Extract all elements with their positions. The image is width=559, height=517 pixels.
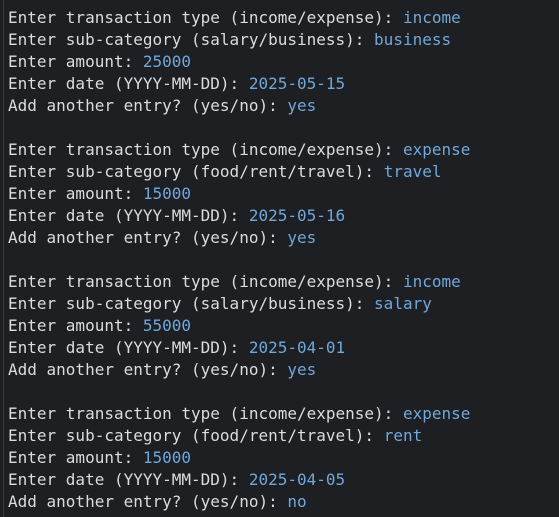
- terminal-line: Add another entry? (yes/no): yes: [8, 227, 559, 249]
- prompt-text: Enter transaction type (income/expense):: [8, 272, 403, 291]
- terminal-line: Enter date (YYYY-MM-DD): 2025-05-16: [8, 205, 559, 227]
- terminal-line: Enter sub-category (food/rent/travel): r…: [8, 425, 559, 447]
- terminal-line: Enter date (YYYY-MM-DD): 2025-05-15: [8, 73, 559, 95]
- input-value: expense: [402, 140, 471, 159]
- terminal-line: Enter date (YYYY-MM-DD): 2025-04-01: [8, 337, 559, 359]
- input-value: 2025-04-05: [248, 470, 346, 489]
- input-value: travel: [383, 162, 442, 181]
- input-value: 2025-04-01: [248, 338, 346, 357]
- terminal-line: Enter sub-category (salary/business): sa…: [8, 293, 559, 315]
- terminal-line: Enter amount: 25000: [8, 51, 559, 73]
- prompt-text: Enter date (YYYY-MM-DD):: [8, 338, 249, 357]
- input-value: rent: [383, 426, 423, 445]
- terminal-line: Add another entry? (yes/no): yes: [8, 95, 559, 117]
- terminal-line: Enter transaction type (income/expense):…: [8, 271, 559, 293]
- prompt-text: Enter transaction type (income/expense):: [8, 140, 403, 159]
- terminal-line: Add another entry? (yes/no): yes: [8, 359, 559, 381]
- prompt-text: Enter sub-category (food/rent/travel):: [8, 426, 384, 445]
- input-value: business: [374, 30, 452, 49]
- terminal-line: Enter sub-category (salary/business): bu…: [8, 29, 559, 51]
- prompt-text: Enter sub-category (food/rent/travel):: [8, 162, 384, 181]
- terminal-line: Enter transaction type (income/expense):…: [8, 403, 559, 425]
- prompt-text: Enter date (YYYY-MM-DD):: [8, 74, 249, 93]
- terminal-line: Enter date (YYYY-MM-DD): 2025-04-05: [8, 469, 559, 491]
- input-value: 15000: [142, 448, 192, 467]
- entry-block: Enter transaction type (income/expense):…: [8, 139, 559, 249]
- input-value: income: [402, 272, 461, 291]
- terminal-line: Enter transaction type (income/expense):…: [8, 139, 559, 161]
- entry-block: Enter transaction type (income/expense):…: [8, 7, 559, 117]
- terminal-line: Enter amount: 55000: [8, 315, 559, 337]
- terminal-line: Enter transaction type (income/expense):…: [8, 7, 559, 29]
- input-value: 25000: [142, 52, 192, 71]
- input-value: 2025-05-16: [248, 206, 346, 225]
- prompt-text: Enter transaction type (income/expense):: [8, 404, 403, 423]
- input-value: expense: [402, 404, 471, 423]
- input-value: 2025-05-15: [248, 74, 346, 93]
- prompt-text: Enter sub-category (salary/business):: [8, 294, 375, 313]
- prompt-text: Enter sub-category (salary/business):: [8, 30, 375, 49]
- input-value: salary: [374, 294, 432, 313]
- terminal-output[interactable]: Enter transaction type (income/expense):…: [0, 0, 559, 517]
- prompt-text: Add another entry? (yes/no):: [8, 360, 288, 379]
- prompt-text: Enter amount:: [8, 52, 143, 71]
- prompt-text: Enter transaction type (income/expense):: [8, 8, 403, 27]
- input-value: 15000: [142, 184, 192, 203]
- gutter-divider: [3, 0, 4, 517]
- prompt-text: Enter date (YYYY-MM-DD):: [8, 206, 249, 225]
- input-value: yes: [287, 360, 317, 379]
- prompt-text: Enter amount:: [8, 316, 143, 335]
- prompt-text: Enter date (YYYY-MM-DD):: [8, 470, 249, 489]
- prompt-text: Enter amount:: [8, 184, 143, 203]
- terminal-line: Enter amount: 15000: [8, 183, 559, 205]
- input-value: yes: [287, 228, 317, 247]
- terminal-line: Enter amount: 15000: [8, 447, 559, 469]
- input-value: no: [287, 492, 307, 511]
- prompt-text: Add another entry? (yes/no):: [8, 228, 288, 247]
- prompt-text: Add another entry? (yes/no):: [8, 492, 288, 511]
- terminal-line: Add another entry? (yes/no): no: [8, 491, 559, 513]
- terminal-line: Enter sub-category (food/rent/travel): t…: [8, 161, 559, 183]
- input-value: income: [402, 8, 461, 27]
- prompt-text: Enter amount:: [8, 448, 143, 467]
- entry-block: Enter transaction type (income/expense):…: [8, 271, 559, 381]
- input-value: yes: [287, 96, 317, 115]
- input-value: 55000: [142, 316, 192, 335]
- prompt-text: Add another entry? (yes/no):: [8, 96, 288, 115]
- entry-block: Enter transaction type (income/expense):…: [8, 403, 559, 513]
